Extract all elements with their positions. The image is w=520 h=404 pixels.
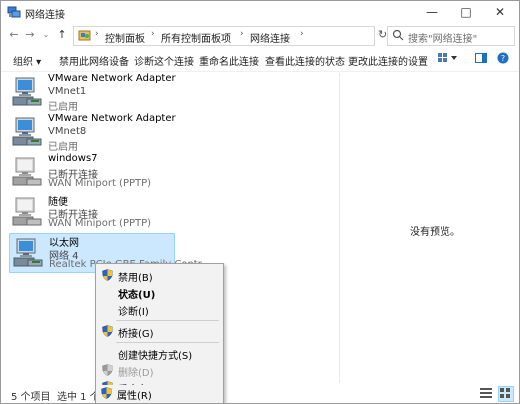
network-adapter-icon <box>11 75 45 109</box>
menu-item-label: 禁用(B) <box>118 273 153 284</box>
menu-item-disable[interactable]: 禁用(B) <box>98 267 221 284</box>
ethernet-adapter-icon <box>12 236 46 270</box>
menu-item-properties[interactable]: 属性(R) <box>97 385 220 402</box>
connection-name: VMware Network Adapter <box>48 73 176 84</box>
breadcrumb-separator: › <box>300 29 304 39</box>
network-connections-window: 网络连接 — □ ✕ ← → ⌄ ↑ › 控制面板 › 所有控制面板项 › 网络… <box>0 0 520 404</box>
search-placeholder: 搜索"网络连接" <box>408 34 478 45</box>
title-bar: 网络连接 — □ ✕ <box>1 1 519 25</box>
close-icon[interactable]: ✕ <box>483 1 517 25</box>
menu-item-bridge[interactable]: 桥接(G) <box>98 323 221 340</box>
breadcrumb[interactable]: › 控制面板 › 所有控制面板项 › 网络连接 › <box>73 26 375 46</box>
disconnected-adapter-icon <box>11 195 45 229</box>
menu-item-label: 桥接(G) <box>118 329 154 340</box>
uac-shield-icon <box>102 269 113 284</box>
menu-item-label: 属性(R) <box>117 391 152 402</box>
up-arrow-icon[interactable]: ↑ <box>55 28 69 42</box>
search-icon <box>392 29 404 44</box>
context-menu: 禁用(B) 状态(U) 诊断(I) 桥接(G) 创建快捷方式(S) 删除(D) … <box>95 263 224 403</box>
control-panel-icon <box>78 29 92 45</box>
view-options-icon[interactable] <box>437 52 459 67</box>
forward-arrow-icon[interactable]: → <box>23 28 37 42</box>
connection-network: VMnet1 <box>48 86 87 97</box>
menu-item-label: 状态(U) <box>118 290 156 301</box>
breadcrumb-separator: › <box>95 29 99 39</box>
uac-shield-icon <box>101 387 112 402</box>
connection-item-suibian[interactable]: 随便 已断开连接 WAN Miniport (PPTP) <box>9 193 173 231</box>
window-title: 网络连接 <box>25 10 65 21</box>
uac-shield-icon <box>102 364 113 379</box>
uac-shield-icon <box>102 325 113 340</box>
network-folder-icon <box>7 6 21 22</box>
connection-network: VMnet8 <box>48 126 87 137</box>
search-input[interactable]: 搜索"网络连接" <box>387 26 515 46</box>
details-view-icon[interactable] <box>479 386 493 400</box>
breadcrumb-all-items[interactable]: 所有控制面板项 <box>161 30 231 45</box>
minimize-icon[interactable]: — <box>415 1 449 25</box>
disable-device-button[interactable]: 禁用此网络设备 <box>59 53 129 68</box>
breadcrumb-separator: › <box>240 29 244 39</box>
view-status-button[interactable]: 查看此连接的状态 <box>265 53 345 68</box>
address-bar: ← → ⌄ ↑ › 控制面板 › 所有控制面板项 › 网络连接 › ↻ 搜索"网… <box>1 25 519 46</box>
preview-pane-icon[interactable] <box>475 52 487 67</box>
diagnose-button[interactable]: 诊断这个连接 <box>134 53 194 68</box>
menu-item-create-shortcut[interactable]: 创建快捷方式(S) <box>98 345 221 362</box>
menu-item-diagnose[interactable]: 诊断(I) <box>98 301 221 318</box>
command-bar: 组织 ▾ 禁用此网络设备 诊断这个连接 重命名此连接 查看此连接的状态 更改此连… <box>1 47 519 72</box>
back-arrow-icon[interactable]: ← <box>7 28 21 42</box>
connection-item-vmnet8[interactable]: VMware Network Adapter VMnet8 已启用 <box>9 113 176 153</box>
change-settings-button[interactable]: 更改此连接的设置 <box>348 53 428 68</box>
menu-item-label: 删除(D) <box>118 368 154 379</box>
maximize-icon[interactable]: □ <box>449 1 483 25</box>
rename-button[interactable]: 重命名此连接 <box>199 53 259 68</box>
disconnected-adapter-icon <box>11 155 45 189</box>
menu-item-label: 创建快捷方式(S) <box>118 351 193 362</box>
breadcrumb-control-panel[interactable]: 控制面板 <box>105 30 145 45</box>
menu-item-delete: 删除(D) <box>98 362 221 379</box>
status-bar: 5 个项目 选中 1 个项目 <box>1 383 519 403</box>
menu-separator <box>116 342 219 343</box>
menu-separator <box>116 320 219 321</box>
item-count: 5 个项目 <box>11 392 51 403</box>
recent-dropdown-icon[interactable]: ⌄ <box>39 28 53 42</box>
connection-item-vmnet1[interactable]: VMware Network Adapter VMnet1 已启用 <box>9 73 176 113</box>
connection-status: 已启用 <box>48 102 78 113</box>
connection-status: 已启用 <box>48 142 78 153</box>
connection-device: WAN Miniport (PPTP) <box>48 218 152 229</box>
network-adapter-icon <box>11 115 45 149</box>
no-preview-text: 没有预览。 <box>410 227 460 238</box>
connection-name: windows7 <box>48 153 98 164</box>
tiles-view-icon[interactable] <box>498 386 514 402</box>
menu-item-status[interactable]: 状态(U) <box>98 284 221 301</box>
breadcrumb-network-connections[interactable]: 网络连接 <box>250 30 290 45</box>
breadcrumb-separator: › <box>151 29 155 39</box>
connection-device: WAN Miniport (PPTP) <box>48 178 152 189</box>
menu-item-label: 诊断(I) <box>118 307 149 318</box>
svg-text:?: ? <box>501 54 505 63</box>
content-area: VMware Network Adapter VMnet1 已启用 VMware… <box>1 73 519 383</box>
refresh-icon[interactable]: ↻ <box>378 28 387 41</box>
connection-name: VMware Network Adapter <box>48 113 176 124</box>
connection-item-windows7[interactable]: windows7 已断开连接 WAN Miniport (PPTP) <box>9 153 173 191</box>
preview-pane: 没有预览。 <box>339 73 519 383</box>
organize-button[interactable]: 组织 ▾ <box>13 53 41 68</box>
help-icon[interactable]: ? <box>497 52 509 67</box>
